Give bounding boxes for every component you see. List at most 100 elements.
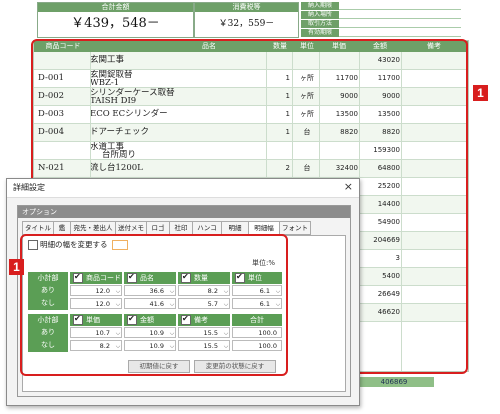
total-value: ￥439，548－ xyxy=(71,16,160,31)
tab-memo[interactable]: 送付メモ xyxy=(115,221,147,235)
width-select[interactable]: 6.1 ⌵ xyxy=(232,285,282,296)
revert-changes-button[interactable]: 変更前の状態に戻す xyxy=(194,360,276,373)
chevron-down-icon: ⌵ xyxy=(115,343,121,350)
tax-box: 消費税等 ￥32，559－ xyxy=(194,2,299,38)
grid-corner: 小計部 xyxy=(37,274,59,282)
tax-label: 消費税等 xyxy=(195,3,298,12)
chevron-down-icon: ⌵ xyxy=(115,301,121,308)
column-checkbox[interactable] xyxy=(127,313,137,325)
col-header-unit[interactable]: 単位 xyxy=(232,271,282,284)
width-select[interactable]: 12.0 ⌵ xyxy=(70,285,122,296)
width-select[interactable]: 15.5 ⌵ xyxy=(178,340,230,351)
options-group-title: オプション xyxy=(18,206,350,218)
delivery-value xyxy=(339,29,461,37)
tab-company-seal[interactable]: 社印 xyxy=(169,221,193,235)
col-label: 品名 xyxy=(140,274,154,282)
width-select[interactable]: 12.0 ⌵ xyxy=(70,298,122,309)
col-header-qty[interactable]: 数量 xyxy=(178,271,230,284)
tab-address[interactable]: 宛先・差出人 xyxy=(70,221,116,235)
row-label-without: なし xyxy=(41,299,55,307)
delivery-label: 納入期限 xyxy=(301,2,339,10)
column-checkbox[interactable] xyxy=(181,313,191,325)
col-header-price[interactable]: 単価 xyxy=(70,313,122,326)
width-select[interactable]: 6.1 ⌵ xyxy=(232,298,282,309)
column-checkbox[interactable] xyxy=(235,271,245,283)
total-readout: 100.0 xyxy=(232,340,282,351)
col-label: 金額 xyxy=(140,316,154,324)
row-label-with: あり xyxy=(41,286,55,294)
column-checkbox[interactable] xyxy=(73,271,83,283)
delivery-label: 有効期限 xyxy=(301,29,339,37)
delivery-value xyxy=(339,20,461,28)
tab-detail[interactable]: 明細 xyxy=(221,221,249,235)
width-value: 41.6 xyxy=(149,300,164,308)
grid-label-column: 小計部 あり なし xyxy=(28,314,68,352)
width-grid-2: 小計部 あり なし 単価 金額 備考 合計 10.7⌵ 10.9⌵ 15.5⌵ … xyxy=(28,313,282,352)
chevron-down-icon: ⌵ xyxy=(275,288,281,295)
chevron-down-icon: ⌵ xyxy=(115,288,121,295)
width-value: 12.0 xyxy=(95,287,110,295)
tab-font[interactable]: フォント xyxy=(279,221,311,235)
col-header-code[interactable]: 商品コード xyxy=(70,271,122,284)
width-value: 5.7 xyxy=(207,300,218,308)
tab-kagami[interactable]: 鑑 xyxy=(53,221,71,235)
col-header-name[interactable]: 品名 xyxy=(124,271,176,284)
width-value: 15.5 xyxy=(203,329,218,337)
delivery-value xyxy=(339,2,461,10)
col-header-amount[interactable]: 金額 xyxy=(124,313,176,326)
delivery-row: 有効期限 xyxy=(301,29,461,37)
tax-value: ￥32，559－ xyxy=(218,19,275,29)
change-width-label: 明細の幅を変更する xyxy=(40,240,108,249)
col-header-total: 合計 xyxy=(232,314,282,326)
tab-logo[interactable]: ロゴ xyxy=(146,221,170,235)
col-label: 単価 xyxy=(86,316,100,324)
dialog-titlebar: 詳細設定 × xyxy=(7,179,359,198)
close-icon[interactable]: × xyxy=(344,180,353,193)
width-value: 12.0 xyxy=(95,300,110,308)
delivery-row: 取引方法 xyxy=(301,20,461,28)
column-checkbox[interactable] xyxy=(181,271,191,283)
row-label-with: あり xyxy=(41,328,55,336)
chevron-down-icon: ⌵ xyxy=(169,330,175,337)
width-select[interactable]: 5.7 ⌵ xyxy=(178,298,230,309)
col-label: 備考 xyxy=(194,316,208,324)
width-value: 8.2 xyxy=(99,342,110,350)
unit-note: 単位:% xyxy=(252,259,276,267)
column-checkbox[interactable] xyxy=(73,313,83,325)
width-select[interactable]: 8.2 ⌵ xyxy=(70,340,122,351)
width-value: 8.2 xyxy=(207,287,218,295)
table-footer-total: 406869 xyxy=(354,377,434,387)
col-label: 単位 xyxy=(248,274,262,282)
width-select[interactable]: 10.7 ⌵ xyxy=(70,327,122,338)
width-value: 10.9 xyxy=(149,342,164,350)
width-select[interactable]: 8.2 ⌵ xyxy=(178,285,230,296)
chevron-down-icon: ⌵ xyxy=(223,330,229,337)
delivery-row: 納入場所 xyxy=(301,11,461,19)
dialog-title: 詳細設定 xyxy=(13,183,45,192)
tab-hanko[interactable]: ハンコ xyxy=(192,221,222,235)
reset-default-button[interactable]: 初期値に戻す xyxy=(128,360,190,373)
total-readout: 100.0 xyxy=(232,327,282,338)
total-label: 合計金額 xyxy=(38,3,193,12)
change-width-option[interactable]: 明細の幅を変更する xyxy=(28,239,129,250)
delivery-info: 納入期限 納入場所 取引方法 有効期限 xyxy=(301,2,461,37)
grid-corner: 小計部 xyxy=(37,316,59,324)
width-select[interactable]: 10.9 ⌵ xyxy=(124,327,176,338)
width-select[interactable]: 15.5 ⌵ xyxy=(178,327,230,338)
change-width-checkbox[interactable] xyxy=(28,239,38,250)
column-checkbox[interactable] xyxy=(127,271,137,283)
col-label: 商品コード xyxy=(86,274,121,282)
width-value: 15.5 xyxy=(203,342,218,350)
focus-outline xyxy=(112,239,129,250)
width-value: 6.1 xyxy=(259,287,270,295)
chevron-down-icon: ⌵ xyxy=(275,301,281,308)
width-select[interactable]: 41.6 ⌵ xyxy=(124,298,176,309)
width-select[interactable]: 10.9 ⌵ xyxy=(124,340,176,351)
width-select[interactable]: 36.6 ⌵ xyxy=(124,285,176,296)
width-value: 36.6 xyxy=(149,287,164,295)
chevron-down-icon: ⌵ xyxy=(115,330,121,337)
callout-badge: 1 xyxy=(9,259,24,275)
tab-title[interactable]: タイトル xyxy=(22,221,54,235)
col-header-note[interactable]: 備考 xyxy=(178,313,230,326)
grid-label-column: 小計部 あり なし xyxy=(28,272,68,310)
